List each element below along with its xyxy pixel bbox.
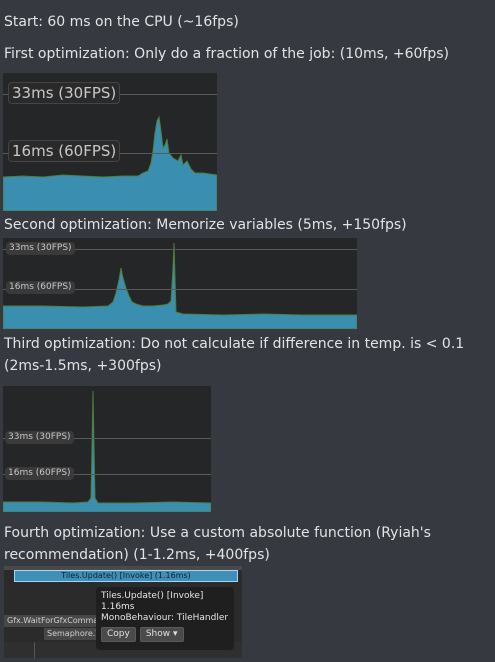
label-16ms: 16ms (60FPS) (8, 140, 121, 162)
tooltip-title: Tiles.Update() [Invoke] (101, 591, 204, 601)
tiles-update-sample[interactable]: Tiles.Update() [Invoke] (1.16ms) (14, 570, 238, 582)
label-33ms: 33ms (30FPS) (6, 242, 75, 255)
tooltip-detail: MonoBehaviour: TileHandler (101, 613, 229, 623)
sample-tooltip: Tiles.Update() [Invoke] 1.16ms MonoBehav… (96, 587, 234, 650)
timeline-row-semaphore[interactable]: Semaphore.W (44, 628, 104, 640)
show-dropdown-button[interactable]: Show ▾ (139, 627, 184, 642)
label-33ms: 33ms (30FPS) (8, 82, 121, 104)
profiler-graph-3: 33ms (30FPS) 16ms (60FPS) (3, 386, 211, 512)
profiler-graph-1: 33ms (30FPS) 16ms (60FPS) (3, 73, 217, 211)
label-16ms: 16ms (60FPS) (5, 467, 74, 480)
line-first-optimization: First optimization: Only do a fraction o… (4, 46, 449, 62)
timeline-row-gfx[interactable]: Gfx.WaitForGfxComma (4, 615, 104, 627)
line-fourth-optimization: Fourth optimization: Use a custom absolu… (4, 525, 431, 563)
tooltip-time: 1.16ms (101, 602, 135, 612)
profiler-graph-2: 33ms (30FPS) 16ms (60FPS) (3, 238, 357, 329)
line-start: Start: 60 ms on the CPU (~16fps) (4, 14, 239, 30)
cpu-usage-area-3 (3, 390, 211, 512)
copy-button[interactable]: Copy (101, 627, 136, 642)
label-16ms: 16ms (60FPS) (6, 281, 75, 294)
line-second-optimization: Second optimization: Memorize variables … (4, 217, 407, 233)
line-third-optimization: Third optimization: Do not calculate if … (4, 336, 465, 374)
label-33ms: 33ms (30FPS) (5, 431, 74, 444)
